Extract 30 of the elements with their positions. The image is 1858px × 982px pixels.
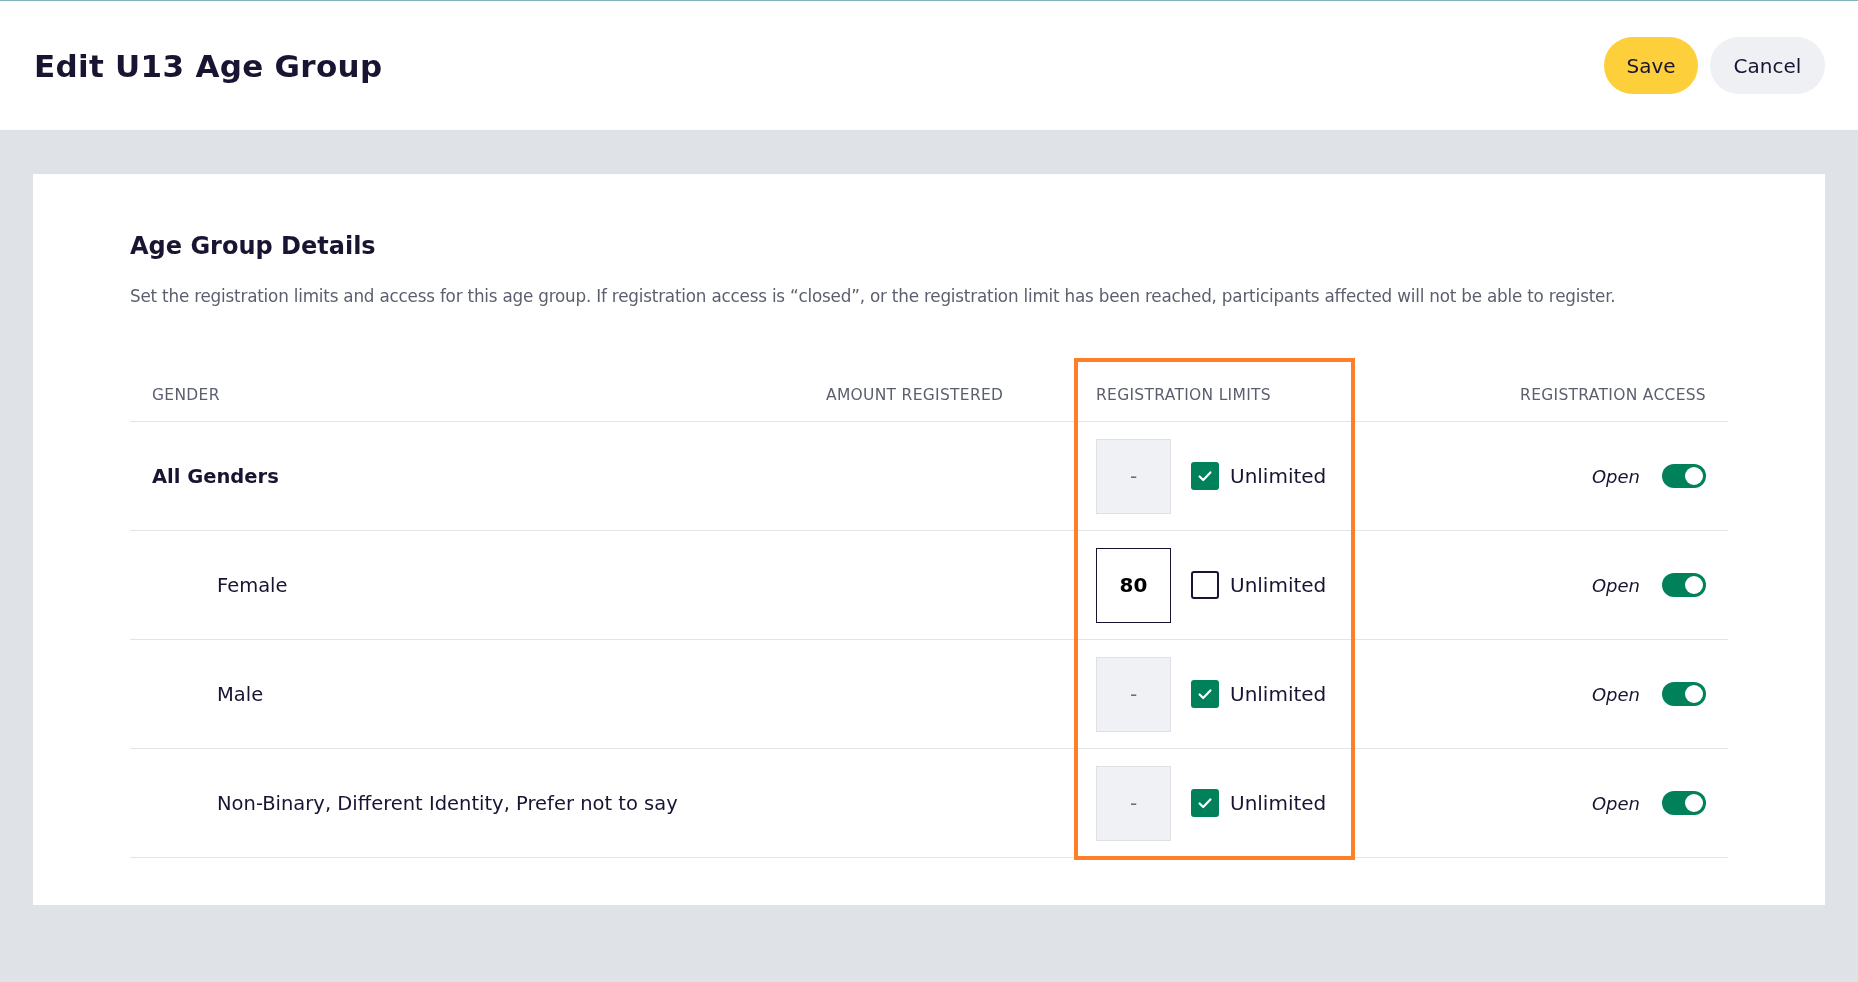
- cancel-button[interactable]: Cancel: [1710, 37, 1825, 94]
- column-header: REGISTRATION LIMITS: [1096, 385, 1271, 404]
- page-title: Edit U13 Age Group: [34, 47, 383, 84]
- gender-label: Female: [216, 573, 288, 597]
- access-toggle[interactable]: [1662, 573, 1706, 597]
- checkbox[interactable]: [1191, 680, 1219, 708]
- access-label: Open: [1591, 574, 1640, 596]
- gender-label: All Genders: [152, 464, 279, 488]
- checkbox[interactable]: [1191, 462, 1219, 490]
- unlimited-label: Unlimited: [1230, 682, 1327, 706]
- limit-field[interactable]: 80: [1096, 547, 1171, 623]
- access-label: Open: [1591, 792, 1640, 814]
- access-toggle[interactable]: [1662, 464, 1706, 488]
- access-toggle[interactable]: [1662, 682, 1706, 706]
- unlimited-label: Unlimited: [1230, 573, 1327, 597]
- checkbox[interactable]: [1191, 789, 1219, 817]
- section-description: Set the registration limits and access for this age group. If registration access is “closed”, or the registration limit has been reached, participants affected will not be able to register.: [130, 286, 1617, 306]
- section-title: Age Group Details: [130, 232, 377, 260]
- access-label: Open: [1591, 465, 1640, 487]
- access-label: Open: [1591, 683, 1640, 705]
- gender-label: Male: [216, 682, 264, 706]
- unlimited-label: Unlimited: [1230, 464, 1327, 488]
- column-header: AMOUNT REGISTERED: [826, 385, 1004, 404]
- column-header: REGISTRATION ACCESS: [1520, 385, 1706, 404]
- gender-label: Non-Binary, Different Identity, Prefer not to say: [216, 791, 678, 815]
- checkbox[interactable]: [1191, 571, 1219, 599]
- save-button[interactable]: Save: [1604, 37, 1698, 94]
- access-toggle[interactable]: [1662, 791, 1706, 815]
- unlimited-label: Unlimited: [1230, 791, 1327, 815]
- column-header: GENDER: [152, 385, 220, 404]
